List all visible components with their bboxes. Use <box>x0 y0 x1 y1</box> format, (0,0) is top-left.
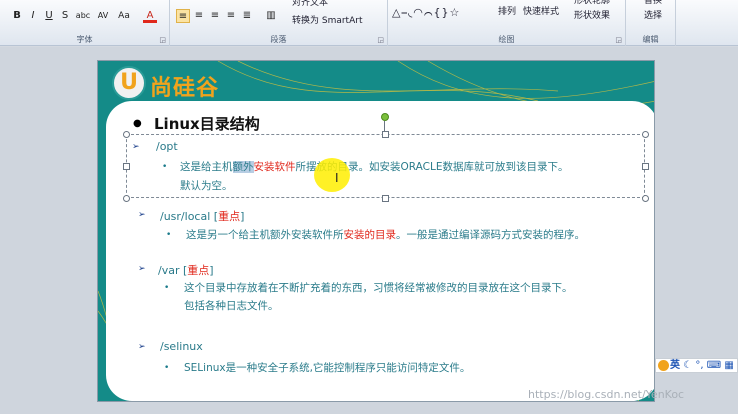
slide-title[interactable]: Linux目录结构 <box>154 113 260 134</box>
section-line[interactable]: SELinux是一种安全子系统,它能控制程序只能访问特定文件。 <box>184 360 470 375</box>
section-heading[interactable]: /var [重点] <box>158 262 214 278</box>
align-left-button[interactable]: ≡ <box>176 9 190 23</box>
watermark: https://blog.csdn.net/YenKoc <box>528 388 685 401</box>
resize-handle-tr[interactable] <box>642 131 649 138</box>
shape-outline-button[interactable]: 形状轮廓 <box>574 0 610 8</box>
paragraph-dialog-launcher-icon[interactable]: ◲ <box>377 36 384 44</box>
ribbon: B I U S abc AV Aa A 字体 ◲ ≡ ≡ ≡ ≡ ≣ ▥ 对齐文… <box>0 0 738 46</box>
section-heading[interactable]: /usr/local [重点] <box>160 208 244 224</box>
shape-effects-button[interactable]: 形状效果 <box>574 9 610 23</box>
resize-handle-top[interactable] <box>382 131 389 138</box>
section-line[interactable]: 默认为空。 <box>180 178 233 193</box>
justify-button[interactable]: ≡ <box>224 9 238 23</box>
replace-button[interactable]: 替换 <box>644 0 662 8</box>
bold-button[interactable]: B <box>10 9 24 23</box>
strikethrough-button[interactable]: S <box>58 9 72 23</box>
bullet-dot-icon: • <box>162 162 168 172</box>
resize-handle-br[interactable] <box>642 195 649 202</box>
rotation-handle[interactable] <box>381 113 389 121</box>
section-path: /selinux <box>160 340 203 353</box>
italic-button[interactable]: I <box>26 9 40 23</box>
align-text-button[interactable]: 对齐文本 <box>292 0 328 10</box>
paragraph-group-label: 段落 <box>270 35 287 44</box>
section-line[interactable]: 这个目录中存放着在不断扩充着的东西，习惯将经常被修改的目录放在这个目录下。 <box>184 280 573 295</box>
slide-canvas[interactable]: U 尚硅谷 ● Linux目录结构 ➢ /opt • 这是给主机额外安装软件所摆… <box>97 60 655 402</box>
resize-handle-tl[interactable] <box>123 131 130 138</box>
paragraph-group: ≡ ≡ ≡ ≡ ≣ ▥ 对齐文本 转换为 SmartArt 段落 ◲ <box>170 0 388 46</box>
change-case-button[interactable]: Aa <box>115 9 133 23</box>
section-heading[interactable]: /opt <box>156 140 178 153</box>
drawing-group-label: 绘图 <box>498 35 515 44</box>
cursor-highlight <box>314 158 350 192</box>
atguigu-logo: U 尚硅谷 <box>112 66 242 102</box>
bullet-dot-icon: • <box>166 230 172 240</box>
section-arrow-icon: ➢ <box>138 342 146 352</box>
section-line[interactable]: 这是给主机额外安装软件所摆放的目录。如安装ORACLE数据库就可放到该目录下。 <box>180 159 568 174</box>
section-arrow-icon: ➢ <box>132 142 140 152</box>
resize-handle-bottom[interactable] <box>382 195 389 202</box>
underline-button[interactable]: U <box>42 9 56 23</box>
ime-toolbar[interactable]: 英 ☾ °, ⌨ ▦ <box>655 358 738 373</box>
editing-group-label: 编辑 <box>642 35 659 44</box>
section-heading[interactable]: /selinux <box>160 340 203 353</box>
font-group-label: 字体 <box>76 35 93 44</box>
section-path: /usr/local <box>160 210 211 223</box>
section-line[interactable]: 包括各种日志文件。 <box>184 298 279 313</box>
font-group: B I U S abc AV Aa A 字体 ◲ <box>0 0 170 46</box>
font-color-button[interactable]: A <box>143 9 157 23</box>
convert-smartart-button[interactable]: 转换为 SmartArt <box>292 14 362 28</box>
ime-logo-icon <box>658 360 669 371</box>
align-right-button[interactable]: ≡ <box>208 9 222 23</box>
ime-menu-icon[interactable]: ▦ <box>724 360 733 371</box>
font-dialog-launcher-icon[interactable]: ◲ <box>159 36 166 44</box>
bullet-dot-icon: • <box>164 283 170 293</box>
section-path: /var <box>158 264 180 277</box>
section-tag: 重点 <box>187 264 210 277</box>
align-center-button[interactable]: ≡ <box>192 9 206 23</box>
arrange-button[interactable]: 排列 <box>498 5 516 19</box>
title-bullet-icon: ● <box>133 118 142 129</box>
quick-styles-button[interactable]: 快速样式 <box>523 5 559 19</box>
ime-language-label[interactable]: 英 <box>670 360 680 371</box>
logo-text: 尚硅谷 <box>150 76 220 101</box>
columns-button[interactable]: ▥ <box>264 9 278 23</box>
section-arrow-icon: ➢ <box>138 264 146 274</box>
bullet-dot-icon: • <box>164 363 170 373</box>
section-line[interactable]: 这是另一个给主机额外安装软件所安装的目录。一般是通过编译源码方式安装的程序。 <box>186 227 585 242</box>
resize-handle-right[interactable] <box>642 163 649 170</box>
section-path: /opt <box>156 140 178 153</box>
select-button[interactable]: 选择 <box>644 9 662 23</box>
resize-handle-left[interactable] <box>123 163 130 170</box>
shapes-gallery-icon[interactable]: △⎯◟◠⌒{}☆ <box>392 6 460 20</box>
drawing-group: △⎯◟◠⌒{}☆ 排列 快速样式 形状轮廓 形状效果 绘图 ◲ <box>388 0 626 46</box>
resize-handle-bl[interactable] <box>123 195 130 202</box>
logo-u-mark: U <box>112 66 146 100</box>
text-cursor-icon: I <box>335 171 339 185</box>
ime-punctuation-icon[interactable]: °, <box>695 360 703 371</box>
editing-group: 替换 选择 编辑 <box>626 0 676 46</box>
section-arrow-icon: ➢ <box>138 210 146 220</box>
ime-keyboard-icon[interactable]: ⌨ <box>707 360 721 371</box>
ime-moon-icon[interactable]: ☾ <box>683 360 692 371</box>
distributed-button[interactable]: ≣ <box>240 9 254 23</box>
section-tag: 重点 <box>218 210 241 223</box>
character-spacing-button[interactable]: abc <box>74 9 92 23</box>
drawing-dialog-launcher-icon[interactable]: ◲ <box>615 36 622 44</box>
spacing-dropdown-button[interactable]: AV <box>94 9 112 23</box>
